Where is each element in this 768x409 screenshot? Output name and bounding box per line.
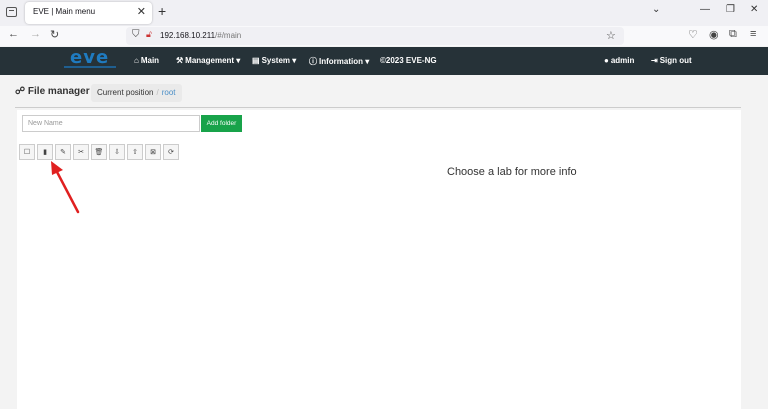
annotation-arrow [51, 161, 80, 214]
new-tab-icon[interactable]: + [158, 3, 166, 19]
logo-underline [64, 66, 116, 68]
pocket-icon[interactable]: ♡ [688, 28, 698, 41]
checkbox-icon[interactable]: ☐ [19, 144, 35, 160]
restore-icon[interactable]: ❐ [726, 4, 735, 15]
nav-main[interactable]: ⌂ Main [134, 56, 159, 65]
sign-out-icon: ⇥ [651, 56, 658, 65]
url-text: 192.168.10.211/#/main [160, 31, 242, 40]
nav-user[interactable]: ● admin [604, 56, 634, 65]
hamburger-menu-icon[interactable]: ≡ [750, 28, 756, 40]
extensions-icon[interactable]: ⧉ [729, 28, 737, 41]
choose-lab-message: Choose a lab for more info [447, 166, 577, 178]
home-icon: ⌂ [134, 56, 139, 65]
reload-icon[interactable]: ↻ [50, 28, 59, 41]
nav-copyright[interactable]: ©2023 EVE-NG [380, 56, 437, 65]
sitemap-icon: ☍ [15, 86, 26, 97]
trash-icon[interactable]: 🗑︎ [91, 144, 107, 160]
eve-logo[interactable]: eve [64, 47, 116, 71]
url-bar[interactable]: ⛉ 🔓︎ 192.168.10.211/#/main ☆ [126, 27, 624, 45]
nav-system-label: System [261, 56, 291, 65]
add-folder-button[interactable]: Add folder [201, 115, 242, 132]
nav-system[interactable]: ▤ System ▾ [252, 56, 296, 65]
user-icon: ● [604, 56, 609, 65]
new-name-input[interactable] [22, 115, 200, 132]
tab-list-icon[interactable] [6, 7, 17, 17]
close-box-icon[interactable]: ⊠ [145, 144, 161, 160]
breadcrumb: Current position / root [91, 84, 182, 102]
pencil-icon[interactable]: ✎ [55, 144, 71, 160]
insecure-lock-icon[interactable]: 🔓︎ [146, 29, 152, 40]
refresh-icon[interactable]: ⟳ [163, 144, 179, 160]
nav-sign-out[interactable]: ⇥ Sign out [651, 56, 692, 65]
shield-icon[interactable]: ⛉ [132, 29, 140, 40]
info-icon: ⓘ [309, 57, 317, 66]
browser-tab-bar: EVE | Main menu ✕ + ⌄ — ❐ ✕ [0, 0, 768, 26]
nav-user-label: admin [610, 56, 635, 65]
browser-tab[interactable]: EVE | Main menu ✕ [25, 2, 152, 24]
browser-nav-bar: ← → ↻ ⛉ 🔓︎ 192.168.10.211/#/main ☆ ♡ ◉ ⧉… [0, 26, 768, 46]
breadcrumb-separator: / [156, 88, 159, 97]
hdd-icon: ▤ [252, 56, 260, 65]
tab-title: EVE | Main menu [33, 7, 96, 16]
header-divider [15, 107, 741, 108]
nav-information-label: Information [319, 57, 363, 66]
file-manager-title-text: File manager [27, 86, 90, 97]
bookmark-star-icon[interactable]: ☆ [606, 29, 616, 42]
account-icon[interactable]: ◉ [709, 28, 719, 41]
window-close-icon[interactable]: ✕ [750, 4, 758, 15]
close-tab-icon[interactable]: ✕ [137, 5, 146, 18]
chevron-down-icon[interactable]: ⌄ [652, 4, 660, 15]
forward-icon[interactable]: → [30, 28, 41, 40]
nav-copyright-label: ©2023 EVE-NG [380, 56, 437, 65]
nav-information[interactable]: ⓘ Information ▾ [309, 56, 369, 67]
minimize-icon[interactable]: — [700, 4, 710, 15]
nav-management[interactable]: ⚒ Management ▾ [176, 56, 240, 65]
wrench-icon: ⚒ [176, 56, 184, 65]
back-icon[interactable]: ← [8, 28, 19, 40]
breadcrumb-root[interactable]: root [162, 88, 176, 97]
import-icon[interactable]: ⇧ [127, 144, 143, 160]
nav-management-label: Management [185, 56, 235, 65]
nav-sign-out-label: Sign out [659, 56, 692, 65]
nav-main-label: Main [140, 56, 160, 65]
export-icon[interactable]: ⇩ [109, 144, 125, 160]
eve-top-nav: eve ⌂ Main ⚒ Management ▾ ▤ System ▾ ⓘ Infor… [0, 47, 768, 75]
new-file-icon[interactable]: ▮ [37, 144, 53, 160]
scissors-icon[interactable]: ✂ [73, 144, 89, 160]
breadcrumb-label: Current position [97, 88, 154, 97]
file-toolbar: ☐ ▮ ✎ ✂ 🗑︎ ⇩ ⇧ ⊠ ⟳ [19, 144, 181, 160]
file-manager-title: ☍ File manager [15, 86, 90, 97]
logo-text: eve [70, 47, 110, 68]
